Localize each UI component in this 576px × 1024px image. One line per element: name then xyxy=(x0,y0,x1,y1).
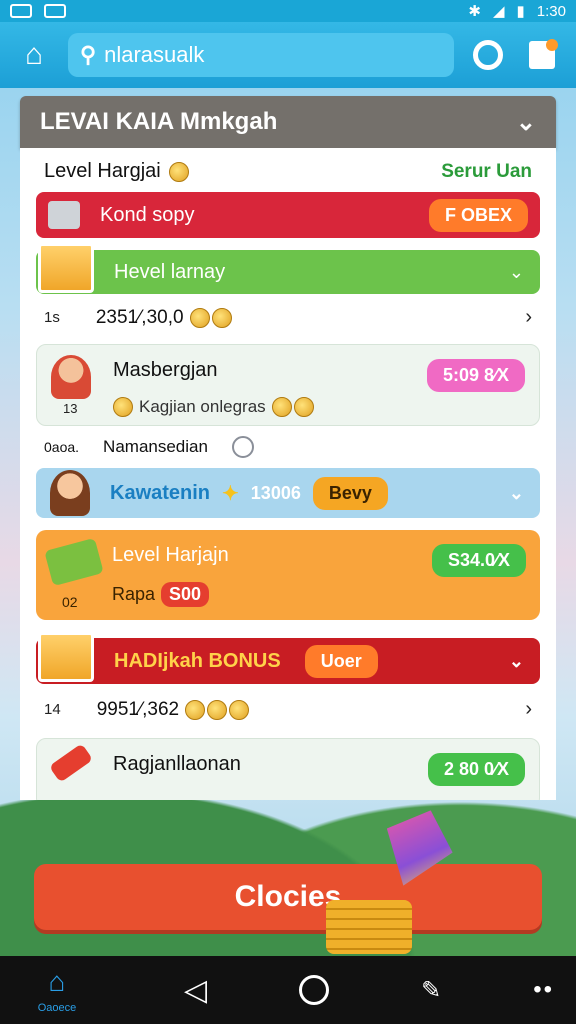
bonus-bar-label: HADIjkah BONUS xyxy=(114,649,281,672)
card-number: 13 xyxy=(63,401,78,416)
header-right-link[interactable]: Serur Uan xyxy=(441,161,532,183)
notification-dot xyxy=(546,39,558,51)
clock-text: 1:30 xyxy=(536,2,566,20)
app-bar: ⌂ ⚲ nlarasualk xyxy=(0,22,576,88)
nav-home[interactable]: ⌂ Oaoece xyxy=(22,959,92,1021)
home-circle-icon[interactable] xyxy=(299,975,330,1005)
bonus-bar-badge[interactable]: Uoer xyxy=(304,644,378,678)
star-icon: ✦ xyxy=(222,482,239,505)
card-badge[interactable]: 5:09 8⁄X xyxy=(426,359,525,392)
clock-icon xyxy=(231,436,254,458)
card-badge[interactable]: 2 80 0⁄X xyxy=(427,753,525,786)
card-subtitle-text: Rapa xyxy=(112,584,156,604)
bluetooth-icon: ✱ xyxy=(468,3,481,20)
chevron-down-icon: ⌄ xyxy=(508,261,524,282)
bonus-bar[interactable]: HADIjkah BONUS Uoer ⌄ xyxy=(36,632,540,684)
card-title: Masbergjan xyxy=(113,359,218,381)
card-number: 02 xyxy=(62,594,78,610)
chest-icon xyxy=(38,632,94,682)
row-number: 1s xyxy=(44,309,60,326)
chevron-right-icon: › xyxy=(525,306,532,328)
status-icon-1 xyxy=(10,4,32,18)
row-number: 14 xyxy=(44,701,61,718)
header-label: Level Hargjai xyxy=(44,160,189,183)
status-icon-2 xyxy=(44,4,66,18)
search-input[interactable]: ⚲ nlarasualk xyxy=(68,33,454,77)
clipboard-icon: ✎ xyxy=(421,976,442,1004)
plain-row-small: 0aoa. xyxy=(44,439,80,455)
row-value: 9951⁄,362 xyxy=(96,698,180,720)
list-item[interactable]: 1s 2351⁄,30,0 › xyxy=(44,306,532,329)
blue-bar-badge[interactable]: Bevy xyxy=(312,476,388,510)
red-bar[interactable]: Kond sopy F OBEX xyxy=(36,192,540,238)
reward-card[interactable]: Ragjanllaonan 2 80 0⁄X xyxy=(36,738,540,800)
home-icon: ⌂ xyxy=(48,966,66,997)
status-bar: ✱ ◢ ▮ 1:30 xyxy=(0,0,576,22)
panel-header[interactable]: LEVAI KAIA Mmkgah ⌄ xyxy=(20,96,556,148)
more-icon[interactable]: •• xyxy=(533,976,554,1004)
money-icon xyxy=(44,537,104,587)
plain-row: 0aoa. Namansedian xyxy=(44,436,254,458)
card-title: Ragjanllaonan xyxy=(113,753,241,775)
avatar xyxy=(50,470,90,516)
dynamite-icon xyxy=(48,743,94,783)
chevron-down-icon: ⌄ xyxy=(508,482,524,503)
panel-body: Level Hargjai Serur Uan Kond sopy F OBEX… xyxy=(20,148,556,800)
plain-row-label: Namansedian xyxy=(103,437,208,456)
navigation-bar: ⌂ Oaoece ◁ ✎ •• xyxy=(0,956,576,1024)
list-item[interactable]: 14 9951⁄,362 › xyxy=(44,698,532,721)
coins-icon xyxy=(185,699,250,720)
blue-bar-label: Kawatenin xyxy=(110,481,211,504)
bread-icon xyxy=(271,397,314,417)
card-subtitle: Kagjian onlegras xyxy=(113,397,314,417)
card-title: Level Harjajn xyxy=(112,544,229,566)
target-button[interactable] xyxy=(468,35,508,75)
green-bar-label: Hevel larnay xyxy=(114,260,226,283)
coins-icon xyxy=(189,307,232,328)
chevron-right-icon: › xyxy=(525,698,532,720)
search-icon: ⚲ xyxy=(80,42,97,67)
blue-bar[interactable]: Kawatenin ✦ 13006 Bevy ⌄ xyxy=(36,468,540,518)
nav-home-label: Oaoece xyxy=(37,1002,77,1014)
nav-tasks[interactable]: ✎ xyxy=(421,976,441,1005)
orange-card[interactable]: 02 Level Harjajn Rapa S00 S34.0⁄X xyxy=(36,530,540,620)
coin-icon xyxy=(113,397,133,417)
signal-icon: ◢ xyxy=(492,3,505,20)
card-subtitle: Rapa S00 xyxy=(112,582,210,607)
reward-card[interactable]: 13 Masbergjan Kagjian onlegras 5:09 8⁄X xyxy=(36,344,540,426)
header-label-text: Level Hargjai xyxy=(44,160,161,182)
row-value: 2351⁄,30,0 xyxy=(95,306,184,328)
card-amount-badge: S00 xyxy=(161,582,210,607)
blue-bar-number: 13006 xyxy=(250,482,301,503)
battery-icon: ▮ xyxy=(516,3,525,20)
green-bar[interactable]: Hevel larnay ⌄ xyxy=(36,243,540,294)
coin-icon xyxy=(168,161,189,182)
coin-stack-icon xyxy=(326,900,412,954)
chevron-down-icon: ⌄ xyxy=(515,108,536,136)
chevron-down-icon: ⌄ xyxy=(508,650,524,671)
claim-button[interactable]: Clocies xyxy=(34,864,542,930)
avatar xyxy=(51,355,91,399)
home-icon[interactable]: ⌂ xyxy=(14,35,54,75)
target-icon xyxy=(473,40,503,70)
card-subtitle-text: Kagjian onlegras xyxy=(139,397,266,416)
card-badge[interactable]: S34.0⁄X xyxy=(431,544,526,577)
search-value: nlarasualk xyxy=(104,42,205,67)
back-icon[interactable]: ◁ xyxy=(184,973,207,1008)
panel-title: LEVAI KAIA Mmkgah xyxy=(40,108,278,135)
chest-icon xyxy=(38,243,94,293)
box-icon xyxy=(48,201,80,229)
notifications-button[interactable] xyxy=(522,35,562,75)
red-bar-badge[interactable]: F OBEX xyxy=(428,198,528,232)
panel-subheader: Level Hargjai Serur Uan xyxy=(44,160,532,183)
red-bar-label: Kond sopy xyxy=(100,203,195,226)
